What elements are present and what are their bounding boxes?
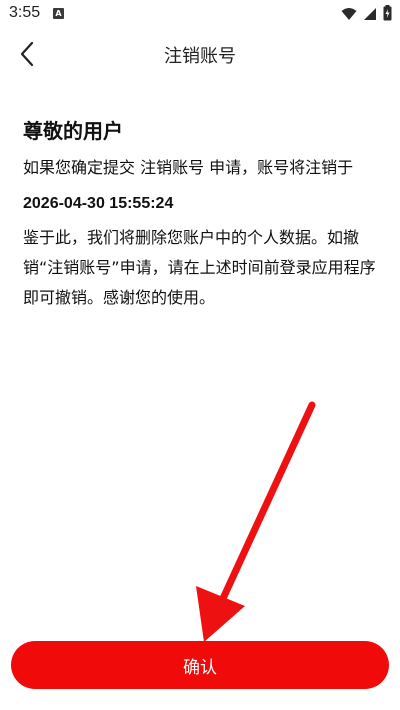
a-icon: A [53, 8, 64, 19]
header: 注销账号 [0, 28, 400, 84]
annotation-arrow-icon [196, 401, 316, 642]
status-bar: 3:55 A [0, 0, 400, 28]
greeting-heading: 尊敬的用户 [23, 119, 123, 143]
confirm-button[interactable]: 确认 [11, 641, 389, 689]
notice-content: 尊敬的用户 如果您确定提交 注销账号 申请，账号将注销于 2026-04-30 … [23, 117, 383, 313]
status-icons [341, 5, 392, 25]
status-time: 3:55 [9, 4, 41, 21]
wifi-icon [341, 6, 357, 25]
battery-icon [383, 5, 392, 25]
signal-icon [363, 6, 377, 25]
cancellation-datetime: 2026-04-30 15:55:24 [23, 195, 174, 212]
page-title: 注销账号 [164, 46, 236, 67]
notice-paragraph-1: 如果您确定提交 注销账号 申请，账号将注销于 [23, 158, 354, 177]
notice-paragraph-2: 鉴于此，我们将删除您账户中的个人数据。如撤销“注销账号”申请，请在上述时间前登录… [23, 228, 376, 307]
